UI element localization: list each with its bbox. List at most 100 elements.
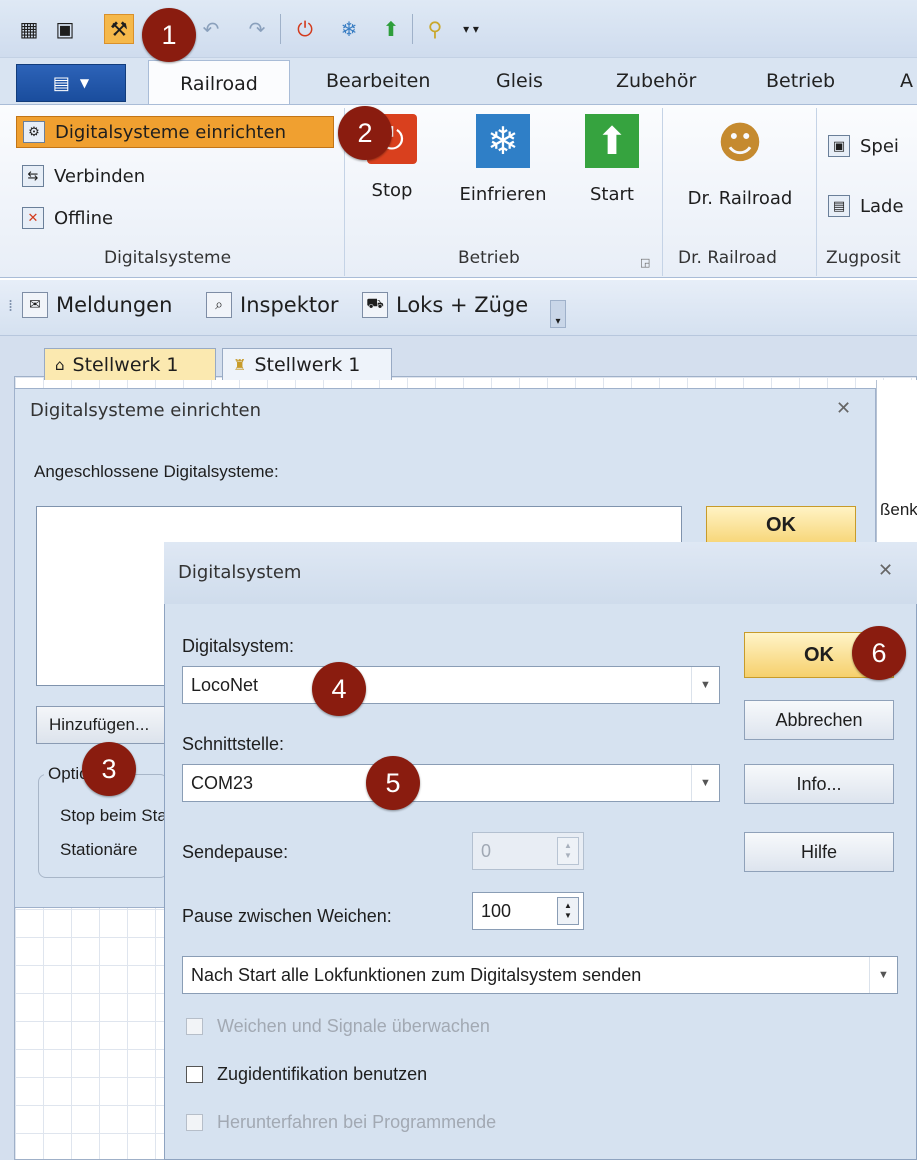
interface-value: COM23: [191, 772, 254, 793]
train-identification-checkbox[interactable]: Zugidentifikation benutzen: [186, 1064, 427, 1085]
cancel-button[interactable]: Abbrechen: [744, 700, 894, 740]
dialog-title: Digitalsysteme einrichten: [30, 400, 261, 421]
tab-stellwerk-1[interactable]: ⌂ Stellwerk 1: [44, 348, 216, 380]
shutdown-on-exit-label: Herunterfahren bei Programmende: [217, 1112, 497, 1132]
interface-label: Schnittstelle:: [182, 734, 285, 754]
dialog-title: Digitalsystem: [178, 562, 302, 583]
app-menu-button[interactable]: ▤ ▼: [16, 64, 126, 102]
load-icon: ▤: [828, 195, 850, 217]
side-panel-text: ßenk: [880, 500, 917, 519]
tab-gleis[interactable]: Gleis: [496, 70, 543, 92]
undo-icon[interactable]: ↶: [196, 14, 226, 44]
chevron-down-icon: ▼: [691, 765, 719, 801]
dialog-launcher-icon[interactable]: ◲: [640, 256, 650, 269]
tools-icon[interactable]: ⚒: [104, 14, 134, 44]
connect-button[interactable]: ⇆ Verbinden: [22, 160, 145, 192]
arrow-up-icon: ⬆: [585, 114, 639, 168]
start-option-value: Nach Start alle Lokfunktionen zum Digita…: [191, 964, 642, 985]
dr-railroad-label: Dr. Railroad: [687, 188, 793, 209]
tab-stellwerk-1-alt[interactable]: ♜ Stellwerk 1: [222, 348, 392, 380]
connect-icon: ⇆: [22, 165, 44, 187]
callout-1: 1: [142, 8, 196, 62]
offline-button[interactable]: ✕ Offline: [22, 202, 113, 234]
tab-zubehoer[interactable]: Zubehör: [616, 70, 696, 92]
stop-on-start-option[interactable]: Stop beim Start: [60, 806, 164, 826]
inspector-button[interactable]: ⌕ Inspektor: [206, 292, 339, 318]
chevron-down-icon: ▼: [79, 76, 90, 90]
checkbox-box: [186, 1018, 203, 1035]
snowflake-icon: ❄: [476, 114, 530, 168]
locos-trains-label: Loks + Züge: [396, 293, 529, 317]
setup-icon: ⚙: [23, 121, 45, 143]
tab-bearbeiten[interactable]: Bearbeiten: [326, 70, 430, 92]
setup-ok-button[interactable]: OK: [706, 506, 856, 544]
help-button[interactable]: Hilfe: [744, 832, 894, 872]
pin-icon[interactable]: ⚲: [420, 14, 450, 44]
tab-label: Stellwerk 1: [254, 353, 361, 376]
connected-systems-label: Angeschlossene Digitalsysteme:: [34, 462, 279, 481]
start-label: Start: [590, 184, 634, 205]
group-separator: [662, 108, 663, 276]
chevron-down-icon: ▼: [869, 957, 897, 993]
track-icon: ♜: [233, 355, 247, 374]
close-icon[interactable]: ✕: [878, 560, 893, 581]
toolbar-overflow-button[interactable]: ▾: [550, 300, 566, 328]
spin-arrows-icon: ▲ ▼: [557, 837, 579, 865]
grip-icon: ⁞: [8, 296, 14, 315]
save-icon: ▣: [828, 135, 850, 157]
tab-betrieb[interactable]: Betrieb: [766, 70, 835, 92]
switch-pause-value: 100: [481, 900, 512, 921]
callout-2: 2: [338, 106, 392, 160]
inspector-label: Inspektor: [240, 293, 339, 317]
start-icon[interactable]: ⬆: [376, 14, 406, 44]
digital-system-select[interactable]: LocoNet ▼: [182, 666, 720, 704]
add-button[interactable]: Hinzufügen...: [36, 706, 168, 744]
locos-trains-button[interactable]: ⛟ Loks + Züge: [362, 292, 528, 318]
send-pause-label: Sendepause:: [182, 842, 289, 862]
close-icon[interactable]: ✕: [836, 398, 851, 419]
shutdown-on-exit-checkbox: Herunterfahren bei Programmende: [186, 1112, 496, 1133]
stationary-option[interactable]: Stationäre: [60, 840, 164, 860]
messages-button[interactable]: ✉ Meldungen: [22, 292, 172, 318]
freeze-icon[interactable]: ❄: [334, 14, 364, 44]
locomotive-icon: ⛟: [362, 292, 388, 318]
tab-label: Stellwerk 1: [72, 353, 179, 376]
checkbox-box[interactable]: [186, 1066, 203, 1083]
interface-select[interactable]: COM23 ▼: [182, 764, 720, 802]
start-button[interactable]: ⬆ Start: [572, 114, 652, 205]
load-position-button[interactable]: ▤ Lade: [828, 190, 904, 222]
setup-digital-systems-button[interactable]: ⚙ Digitalsysteme einrichten: [16, 116, 334, 148]
group-digitalsysteme: Digitalsysteme: [104, 248, 232, 268]
app-icon[interactable]: ▦: [14, 14, 44, 44]
doctor-icon: ☻: [717, 117, 763, 169]
monitor-switches-checkbox: Weichen und Signale überwachen: [186, 1016, 490, 1037]
freeze-button[interactable]: ❄ Einfrieren: [448, 114, 558, 205]
dropdown-icon[interactable]: ▾ ▾: [456, 14, 486, 44]
callout-6: 6: [852, 626, 906, 680]
group-zugposition: Zugposit: [826, 248, 901, 268]
info-button[interactable]: Info...: [744, 764, 894, 804]
toolbar-separator: [412, 14, 413, 44]
offline-icon: ✕: [22, 207, 44, 229]
train-identification-label: Zugidentifikation benutzen: [217, 1064, 428, 1084]
tab-more[interactable]: A: [900, 70, 913, 92]
toolbar-separator: [280, 14, 281, 44]
freeze-label: Einfrieren: [459, 184, 547, 205]
save-position-button[interactable]: ▣ Spei: [828, 130, 899, 162]
spin-arrows-icon[interactable]: ▲ ▼: [557, 897, 579, 925]
start-option-select[interactable]: Nach Start alle Lokfunktionen zum Digita…: [182, 956, 898, 994]
offline-label: Offline: [54, 207, 114, 229]
digital-system-value: LocoNet: [191, 674, 259, 695]
inspector-icon: ⌕: [206, 292, 232, 318]
callout-4: 4: [312, 662, 366, 716]
switch-pause-spinner[interactable]: 100 ▲ ▼: [472, 892, 584, 930]
messages-label: Meldungen: [56, 293, 173, 317]
save-icon[interactable]: ▣: [50, 14, 80, 44]
chevron-down-icon: ▼: [691, 667, 719, 703]
dr-railroad-button[interactable]: ☻ Dr. Railroad: [672, 114, 808, 210]
group-separator: [816, 108, 817, 276]
menu-icon: ▤: [52, 72, 70, 94]
stop-icon[interactable]: ⏻: [290, 14, 320, 44]
redo-icon[interactable]: ↷: [242, 14, 272, 44]
tab-railroad[interactable]: Railroad: [148, 60, 290, 106]
